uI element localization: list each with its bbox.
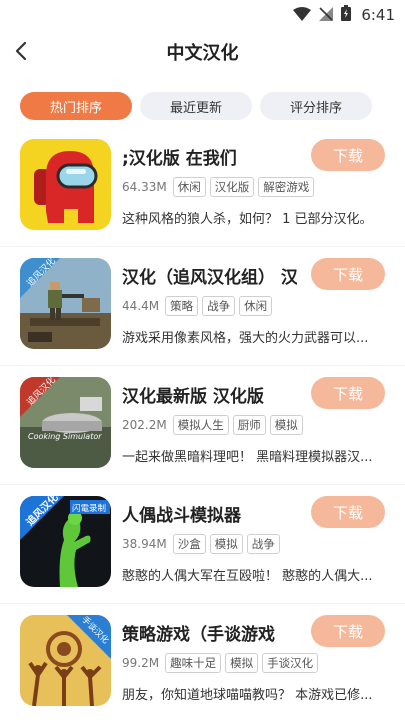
sort-tabs: 热门排序 最近更新 评分排序	[20, 92, 372, 120]
tab-rating-sort[interactable]: 评分排序	[260, 92, 372, 120]
download-button[interactable]: 下载	[311, 615, 385, 647]
download-button[interactable]: 下载	[311, 377, 385, 409]
tag: 模拟人生	[172, 415, 229, 435]
tag: 战争	[246, 534, 280, 554]
app-list: ;汉化版 在我们 下载 64.33M 休闲 汉化版 解密游戏 这种风格的狼人杀，…	[0, 128, 405, 720]
wifi-icon	[293, 6, 312, 25]
app-meta: 38.94M 沙盒 模拟 战争	[122, 534, 280, 554]
app-title: 汉化（追风汉化组） 汉	[122, 268, 297, 288]
list-item[interactable]: 追风汉化 闪電录制 人偶战斗模拟器 下载 38.94M 沙盒 模拟 战争 憨憨的…	[0, 485, 405, 604]
tag: 厨师	[232, 415, 266, 435]
app-size: 202.2M	[122, 418, 167, 432]
app-title: 汉化最新版 汉化版	[122, 387, 264, 407]
status-icons: 6:41	[293, 5, 395, 25]
app-title: ;汉化版 在我们	[122, 149, 237, 169]
app-description: 朋友，你知道地球喵喵教吗？ 本游戏已修...	[122, 688, 373, 703]
icon-badge: 闪電录制	[72, 503, 106, 514]
list-item[interactable]: ;汉化版 在我们 下载 64.33M 休闲 汉化版 解密游戏 这种风格的狼人杀，…	[0, 128, 405, 247]
among-us-icon[interactable]	[20, 139, 111, 230]
app-size: 44.4M	[122, 299, 160, 313]
download-button[interactable]: 下载	[311, 258, 385, 290]
tab-hot-sort[interactable]: 热门排序	[20, 92, 132, 120]
tag: 汉化版	[209, 177, 255, 197]
cooking-simulator-icon[interactable]: 追风汉化 Cooking Simulator	[20, 377, 111, 468]
app-description: 游戏采用像素风格，强大的火力武器可以...	[122, 331, 369, 346]
app-meta: 99.2M 趣味十足 模拟 手谈汉化	[122, 653, 319, 673]
download-button[interactable]: 下载	[311, 496, 385, 528]
tag: 休闲	[239, 296, 273, 316]
app-description: 一起来做黑暗料理吧！ 黑暗料理模拟器汉...	[122, 450, 373, 465]
app-header: 中文汉化	[0, 30, 405, 74]
no-signal-icon	[319, 6, 334, 25]
tag: 战争	[202, 296, 236, 316]
tag: 沙盒	[172, 534, 206, 554]
app-meta: 202.2M 模拟人生 厨师 模拟	[122, 415, 303, 435]
app-description: 憨憨的人偶大军在互殴啦！ 憨憨的人偶大...	[122, 569, 373, 584]
tag: 休闲	[172, 177, 206, 197]
battery-charging-icon	[341, 5, 352, 25]
tag: 趣味十足	[165, 653, 222, 673]
pixel-war-icon[interactable]: 追风汉化	[20, 258, 111, 349]
list-item[interactable]: 手谈汉化 策略游戏（手谈游戏 下载 99.2M 趣味十足 模拟 手谈汉化 朋友，…	[0, 604, 405, 720]
tag: 模拟	[269, 415, 303, 435]
puppet-fight-icon[interactable]: 追风汉化 闪電录制	[20, 496, 111, 587]
app-description: 这种风格的狼人杀，如何？ 1 已部分汉化。	[122, 212, 373, 227]
tag: 手谈汉化	[262, 653, 319, 673]
app-size: 99.2M	[122, 656, 160, 670]
app-title: 人偶战斗模拟器	[122, 506, 241, 526]
app-meta: 44.4M 策略 战争 休闲	[122, 296, 273, 316]
tribe-strategy-icon[interactable]: 手谈汉化	[20, 615, 111, 706]
tag: 模拟	[209, 534, 243, 554]
status-time: 6:41	[361, 6, 395, 24]
icon-caption: Cooking Simulator	[28, 432, 102, 441]
app-meta: 64.33M 休闲 汉化版 解密游戏	[122, 177, 315, 197]
tag: 解密游戏	[258, 177, 315, 197]
app-size: 64.33M	[122, 180, 167, 194]
app-title: 策略游戏（手谈游戏	[122, 625, 275, 645]
app-size: 38.94M	[122, 537, 167, 551]
download-button[interactable]: 下载	[311, 139, 385, 171]
list-item[interactable]: 追风汉化 Cooking Simulator 汉化最新版 汉化版 下载 202.…	[0, 366, 405, 485]
tab-recent-update[interactable]: 最近更新	[140, 92, 252, 120]
tag: 模拟	[225, 653, 259, 673]
page-title: 中文汉化	[166, 43, 239, 64]
status-bar: 6:41	[0, 0, 405, 30]
tag: 策略	[165, 296, 199, 316]
list-item[interactable]: 追风汉化 汉化（追风汉化组） 汉 下载 44.4M 策略 战争 休闲 游戏采用像…	[0, 247, 405, 366]
